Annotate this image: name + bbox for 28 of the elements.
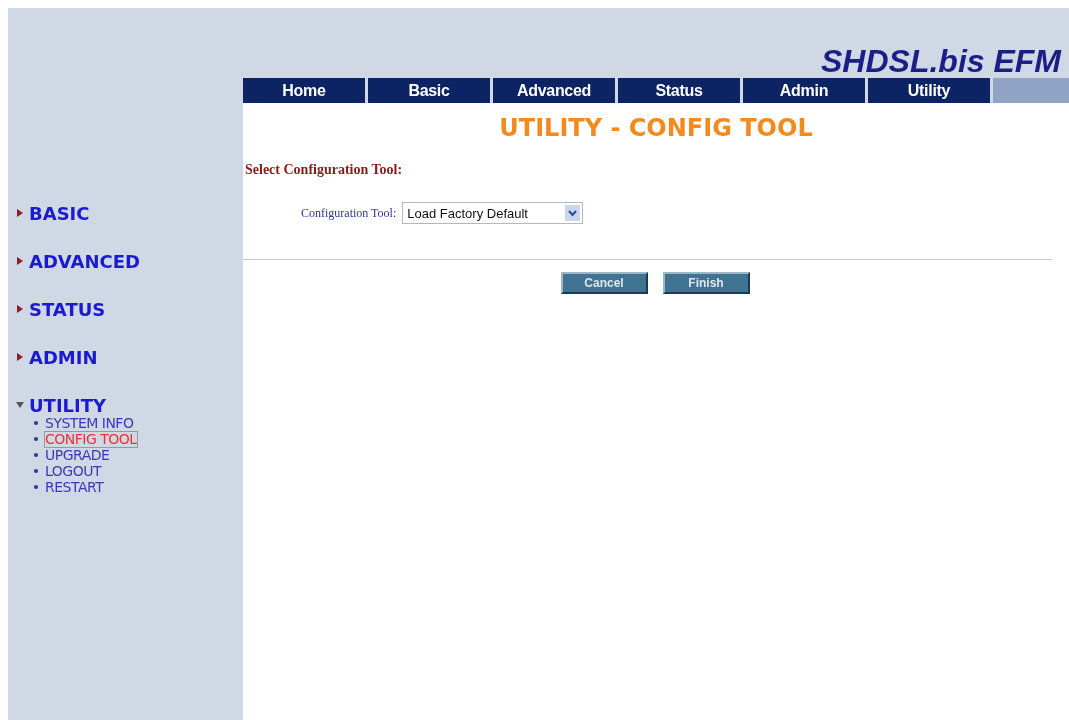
bullet-icon — [34, 469, 38, 473]
field-label: Configuration Tool: — [301, 205, 397, 221]
bullet-icon — [34, 485, 38, 489]
sidebar-section-link[interactable]: BASIC — [29, 202, 90, 224]
sidebar-section-link[interactable]: UTILITY — [29, 394, 107, 416]
product-title: SHDSL.bis EFM — [821, 43, 1061, 80]
sidebar-link[interactable]: UPGRADE — [44, 446, 111, 464]
nav-tab[interactable]: Advanced — [493, 78, 615, 103]
dropdown-caret-icon — [565, 205, 581, 221]
form-button[interactable]: Finish — [662, 272, 750, 294]
sidebar-link[interactable]: LOGOUT — [44, 462, 102, 480]
config-tool-select[interactable]: Load Factory Default — [402, 202, 584, 224]
bullet-icon — [34, 437, 38, 441]
section-heading: Select Configuration Tool: — [245, 162, 404, 178]
bullet-icon — [34, 421, 38, 425]
sidebar-link[interactable]: RESTART — [44, 478, 105, 496]
page-title: UTILITY - CONFIG TOOL — [498, 114, 814, 142]
sidebar-link[interactable]: SYSTEM INFO — [44, 414, 135, 432]
nav-tab[interactable]: Home — [243, 78, 365, 103]
nav-tab[interactable]: Utility — [868, 78, 990, 103]
sidebar-section-link[interactable]: ADVANCED — [29, 250, 141, 272]
sidebar-section-link[interactable]: STATUS — [29, 298, 106, 320]
nav-tab[interactable]: Admin — [743, 78, 865, 103]
nav-tab[interactable]: Status — [618, 78, 740, 103]
nav-tab[interactable]: Basic — [368, 78, 490, 103]
sidebar-section-link[interactable]: ADMIN — [29, 346, 98, 368]
form-button[interactable]: Cancel — [560, 272, 648, 294]
bullet-icon — [34, 453, 38, 457]
